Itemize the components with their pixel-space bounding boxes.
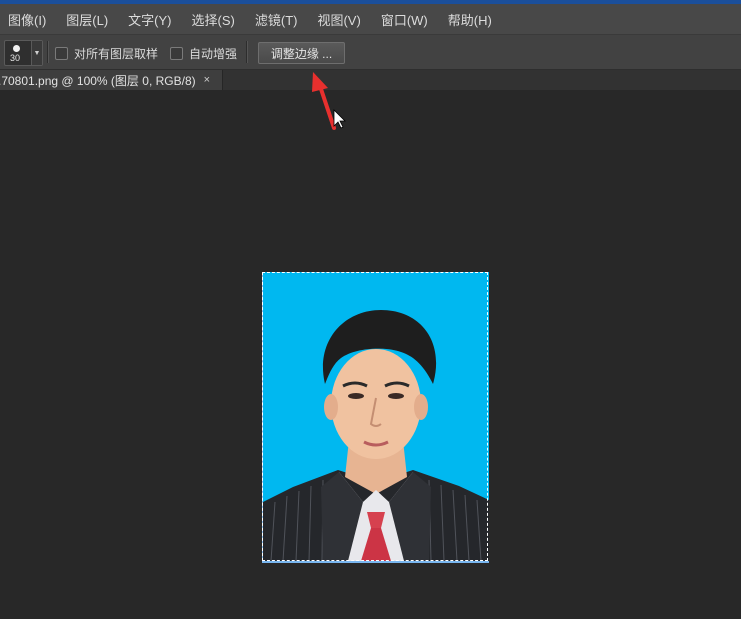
document-tab-title: .70801.png @ 100% (图层 0, RGB/8) (0, 73, 196, 88)
menu-view[interactable]: 视图(V) (307, 10, 370, 29)
auto-enhance-checkbox[interactable]: 自动增强 (170, 45, 237, 62)
portrait-image (263, 272, 489, 561)
brush-preset-picker[interactable]: 30 ▼ (4, 40, 43, 66)
menu-select[interactable]: 选择(S) (182, 10, 245, 29)
options-bar: 30 ▼ 对所有图层取样 自动增强 调整边缘 ... (0, 35, 741, 70)
brush-preset-icon (13, 45, 20, 52)
auto-enhance-label: 自动增强 (189, 47, 238, 61)
menu-layer[interactable]: 图层(L) (56, 10, 118, 29)
sample-all-layers-box[interactable] (55, 47, 68, 60)
menu-type[interactable]: 文字(Y) (118, 10, 181, 29)
options-divider (47, 41, 49, 63)
document-tab[interactable]: .70801.png @ 100% (图层 0, RGB/8) × (0, 70, 223, 90)
menu-window[interactable]: 窗口(W) (371, 10, 438, 29)
close-icon[interactable]: × (204, 74, 210, 86)
sample-all-layers-label: 对所有图层取样 (74, 47, 159, 61)
options-divider (246, 41, 248, 63)
document-tab-bar: .70801.png @ 100% (图层 0, RGB/8) × (0, 70, 741, 90)
refine-edge-button[interactable]: 调整边缘 ... (258, 42, 345, 64)
menu-help[interactable]: 帮助(H) (438, 10, 502, 29)
menu-bar: 图像(I) 图层(L) 文字(Y) 选择(S) 滤镜(T) 视图(V) 窗口(W… (0, 4, 741, 35)
id-photo[interactable] (262, 272, 489, 563)
brush-size-value: 30 (10, 53, 21, 63)
chevron-down-icon[interactable]: ▼ (31, 41, 42, 65)
auto-enhance-box[interactable] (170, 47, 183, 60)
menu-image[interactable]: 图像(I) (0, 10, 56, 29)
menu-filter[interactable]: 滤镜(T) (245, 10, 308, 29)
sample-all-layers-checkbox[interactable]: 对所有图层取样 (55, 45, 158, 62)
